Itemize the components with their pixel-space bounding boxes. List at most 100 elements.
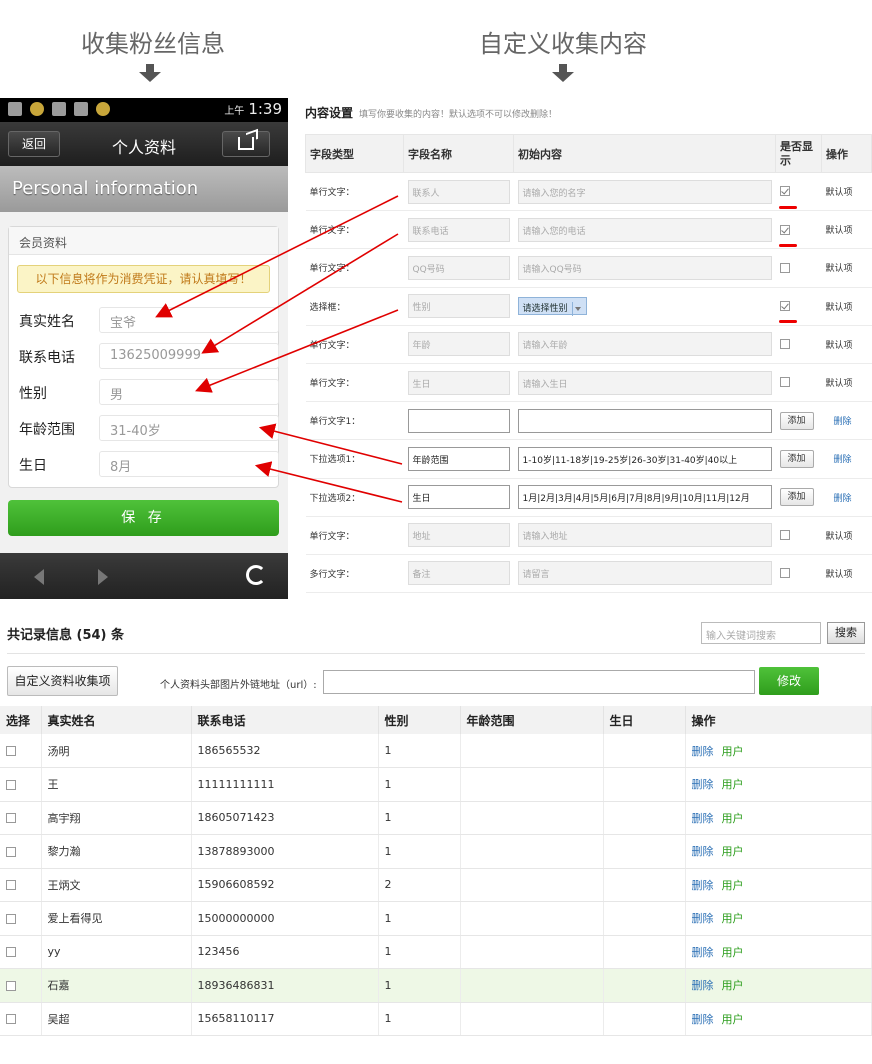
red-underline bbox=[779, 244, 797, 247]
field-name-input[interactable]: 联系人 bbox=[407, 179, 510, 204]
field-name-input[interactable]: 生日 bbox=[407, 485, 510, 510]
user-link[interactable]: 用户 bbox=[722, 778, 744, 791]
records-panel: 共记录信息 (54) 条 输入关键词搜索 搜索 自定义资料收集项 个人资料头部图… bbox=[0, 622, 872, 1036]
url-input[interactable] bbox=[323, 670, 755, 694]
delete-link[interactable]: 删除 bbox=[834, 417, 852, 427]
field-name-input[interactable]: 联系电话 bbox=[407, 217, 510, 242]
user-link[interactable]: 用户 bbox=[722, 845, 744, 858]
settings-row: 单行文字： QQ号码 请输入QQ号码 默认项 bbox=[305, 248, 872, 288]
initial-content-input[interactable]: 请输入地址 bbox=[517, 523, 772, 548]
field-row: 联系电话 13625009999 bbox=[19, 343, 279, 369]
settings-row: 多行文字： 备注 请留言 默认项 bbox=[305, 554, 872, 594]
show-checkbox[interactable] bbox=[779, 339, 790, 350]
field-name-input[interactable]: 生日 bbox=[407, 370, 510, 395]
field-row: 性别 男 bbox=[19, 379, 279, 405]
show-checkbox[interactable] bbox=[779, 186, 790, 197]
user-link[interactable]: 用户 bbox=[722, 912, 744, 925]
column-header: 真实姓名 bbox=[41, 706, 192, 734]
field-name-input[interactable] bbox=[407, 408, 510, 433]
add-button[interactable]: 添加 bbox=[779, 488, 814, 507]
delete-link[interactable]: 删除 bbox=[692, 745, 714, 758]
delete-link[interactable]: 删除 bbox=[692, 1013, 714, 1026]
row-checkbox[interactable] bbox=[6, 947, 16, 958]
user-link[interactable]: 用户 bbox=[722, 946, 744, 959]
user-link[interactable]: 用户 bbox=[722, 979, 744, 992]
name-input[interactable]: 宝爷 bbox=[99, 307, 279, 333]
field-name-input[interactable]: QQ号码 bbox=[407, 255, 510, 280]
row-checkbox[interactable] bbox=[6, 746, 16, 756]
user-link[interactable]: 用户 bbox=[722, 879, 744, 892]
show-checkbox[interactable] bbox=[779, 224, 790, 235]
row-checkbox[interactable] bbox=[6, 1014, 16, 1025]
field-name-input[interactable]: 年龄 bbox=[407, 332, 510, 357]
row-checkbox[interactable] bbox=[6, 779, 16, 790]
show-checkbox[interactable] bbox=[779, 530, 790, 541]
age-range-input[interactable]: 31-40岁 bbox=[99, 415, 279, 441]
delete-link[interactable]: 删除 bbox=[692, 979, 714, 992]
show-checkbox[interactable] bbox=[779, 300, 790, 311]
delete-link[interactable]: 删除 bbox=[692, 845, 714, 858]
table-row: 王炳文 15906608592 2 删除 用户 bbox=[0, 868, 872, 902]
settings-row: 下拉选项2： 生日 1月|2月|3月|4月|5月|6月|7月|8月|9月|10月… bbox=[305, 478, 872, 517]
cell-phone: 18605071423 bbox=[191, 801, 379, 835]
cell-gender: 1 bbox=[378, 1002, 461, 1036]
initial-content-input[interactable]: 请输入QQ号码 bbox=[517, 255, 772, 280]
url-label: 个人资料头部图片外链地址（url）: bbox=[160, 680, 317, 691]
delete-link[interactable]: 删除 bbox=[692, 812, 714, 825]
forward-arrow-icon[interactable] bbox=[98, 569, 108, 585]
phone-screen: 上午 1:39 返回 个人资料 Personal information 会员资料… bbox=[0, 98, 288, 599]
show-checkbox[interactable] bbox=[779, 377, 790, 388]
chevron-down-icon bbox=[571, 301, 582, 316]
row-checkbox[interactable] bbox=[6, 913, 16, 924]
field-name-input[interactable]: 备注 bbox=[407, 561, 510, 586]
cell-gender: 1 bbox=[378, 734, 461, 768]
field-name-input[interactable]: 地址 bbox=[407, 523, 510, 548]
field-name-input[interactable]: 性别 bbox=[407, 294, 510, 319]
delete-link[interactable]: 删除 bbox=[692, 912, 714, 925]
reload-icon[interactable] bbox=[246, 565, 266, 585]
show-checkbox[interactable] bbox=[779, 262, 790, 273]
cell-name: 汤明 bbox=[41, 734, 192, 768]
show-checkbox[interactable] bbox=[779, 568, 790, 579]
row-checkbox[interactable] bbox=[6, 980, 16, 991]
modify-button[interactable]: 修改 bbox=[759, 667, 819, 695]
back-arrow-icon[interactable] bbox=[34, 569, 44, 585]
add-button[interactable]: 添加 bbox=[779, 411, 814, 430]
share-button[interactable] bbox=[222, 131, 270, 157]
initial-content-input[interactable]: 请留言 bbox=[517, 561, 772, 586]
gender-input[interactable]: 男 bbox=[99, 379, 279, 405]
default-label: 默认项 bbox=[825, 379, 853, 390]
row-checkbox[interactable] bbox=[6, 813, 16, 824]
row-checkbox[interactable] bbox=[6, 880, 16, 891]
initial-content-input[interactable]: 请输入生日 bbox=[517, 370, 772, 395]
default-label: 默认项 bbox=[825, 340, 853, 351]
field-name-input[interactable]: 年龄范围 bbox=[407, 446, 510, 471]
delete-link[interactable]: 删除 bbox=[692, 946, 714, 959]
birthday-input[interactable]: 8月 bbox=[99, 451, 279, 477]
delete-link[interactable]: 删除 bbox=[834, 455, 852, 465]
user-link[interactable]: 用户 bbox=[722, 745, 744, 758]
column-header: 是否显示 bbox=[775, 134, 822, 173]
initial-content-input[interactable]: 请输入年龄 bbox=[517, 332, 772, 357]
row-checkbox[interactable] bbox=[6, 846, 16, 857]
default-label: 默认项 bbox=[825, 569, 853, 580]
save-button[interactable]: 保 存 bbox=[8, 500, 279, 536]
delete-link[interactable]: 删除 bbox=[692, 879, 714, 892]
search-input[interactable]: 输入关键词搜索 bbox=[701, 622, 821, 644]
field-type: 单行文字： bbox=[305, 248, 404, 288]
user-link[interactable]: 用户 bbox=[722, 812, 744, 825]
initial-content-input[interactable] bbox=[517, 408, 772, 433]
phone-input[interactable]: 13625009999 bbox=[99, 343, 279, 369]
initial-content-input[interactable]: 请输入您的名字 bbox=[517, 179, 772, 204]
user-link[interactable]: 用户 bbox=[722, 1013, 744, 1026]
add-button[interactable]: 添加 bbox=[779, 449, 814, 468]
delete-link[interactable]: 删除 bbox=[834, 494, 852, 504]
search-button[interactable]: 搜索 bbox=[827, 622, 865, 644]
gender-select[interactable]: 请选择性别 bbox=[517, 297, 587, 316]
delete-link[interactable]: 删除 bbox=[692, 778, 714, 791]
initial-content-input[interactable]: 请输入您的电话 bbox=[517, 217, 772, 242]
custom-fields-button[interactable]: 自定义资料收集项 bbox=[7, 666, 118, 696]
settings-row: 下拉选项1： 年龄范围 1-10岁|11-18岁|19-25岁|26-30岁|3… bbox=[305, 439, 872, 479]
initial-content-input[interactable]: 1月|2月|3月|4月|5月|6月|7月|8月|9月|10月|11月|12月 bbox=[517, 485, 772, 510]
initial-content-input[interactable]: 1-10岁|11-18岁|19-25岁|26-30岁|31-40岁|40以上 bbox=[517, 446, 772, 471]
